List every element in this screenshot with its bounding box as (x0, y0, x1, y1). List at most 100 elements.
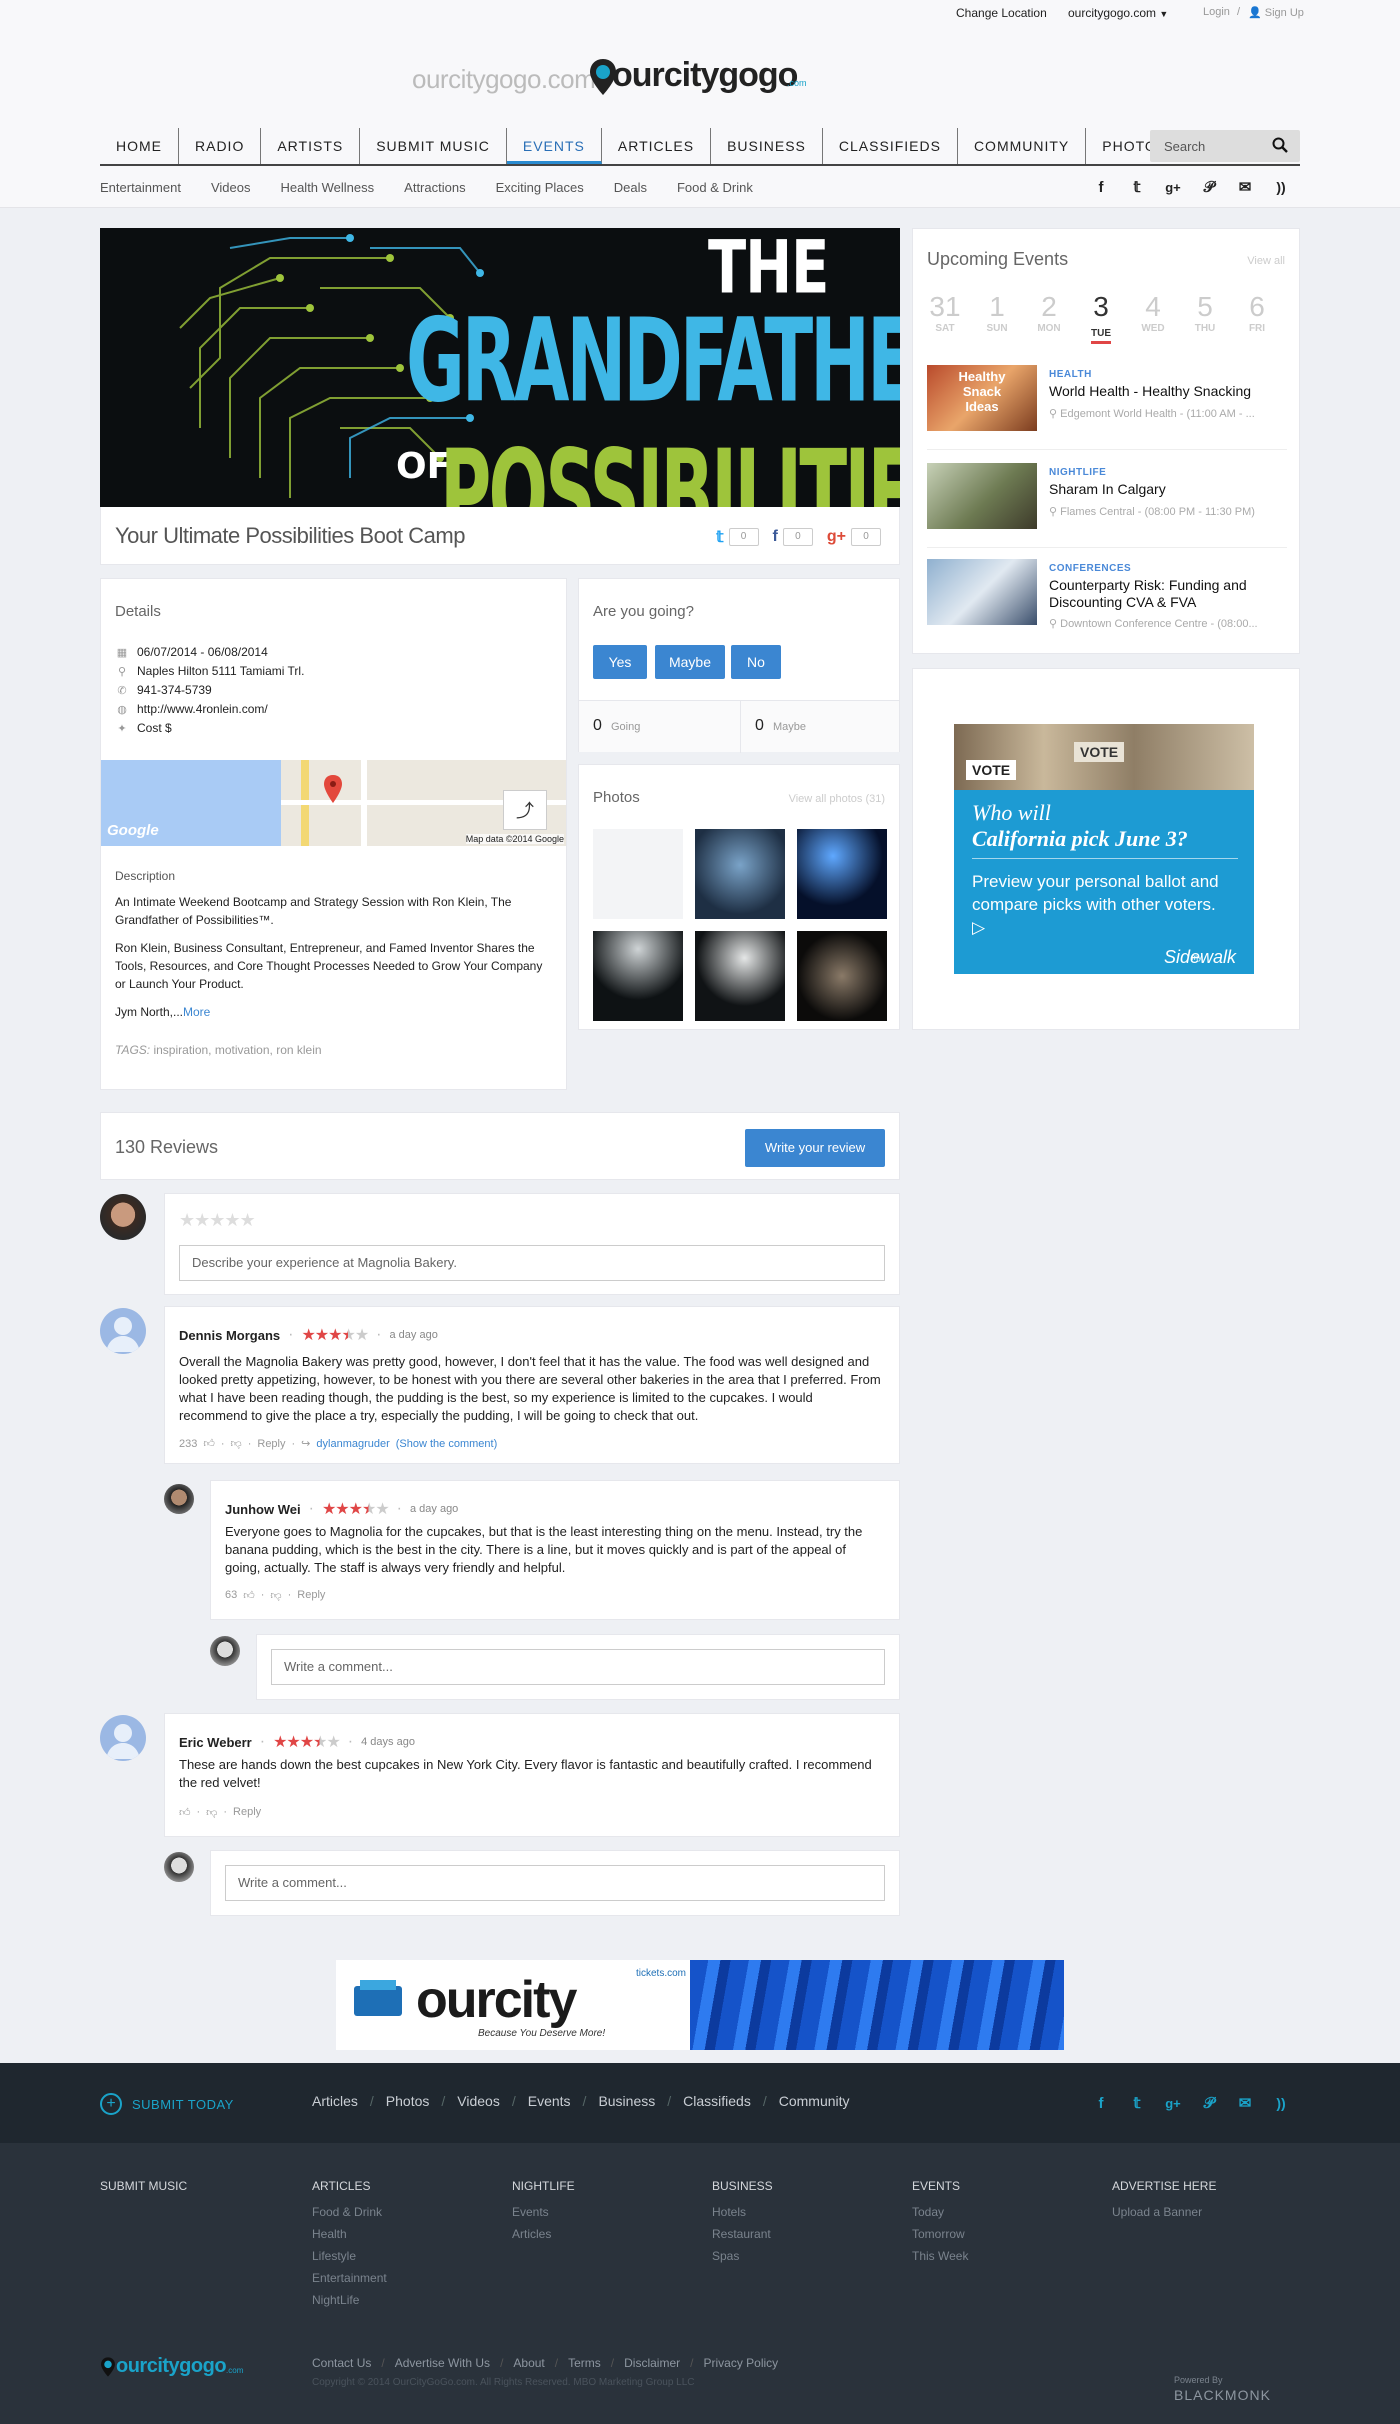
photo-thumb[interactable] (593, 829, 683, 919)
facebook-share[interactable]: f0 (773, 527, 813, 547)
ballot-ad[interactable]: VOTE VOTE Who will California pick June … (954, 724, 1254, 974)
no-button[interactable]: No (731, 645, 781, 679)
rss-icon[interactable]: )) (1270, 2092, 1292, 2114)
maybe-button[interactable]: Maybe (655, 645, 725, 679)
nav-radio[interactable]: RADIO (179, 128, 262, 164)
footer-link[interactable]: Articles (512, 2227, 575, 2241)
location-select[interactable]: ourcitygogo.com ▼ (1068, 6, 1168, 20)
twitter-icon[interactable]: 𝕥 (1126, 2092, 1148, 2114)
reviewer-name[interactable]: Dennis Morgans (179, 1328, 280, 1343)
facebook-icon[interactable]: f (1090, 176, 1112, 198)
subnav-food-drink[interactable]: Food & Drink (677, 180, 753, 195)
footer-link[interactable]: Hotels (712, 2205, 773, 2219)
event-website[interactable]: http://www.4ronlein.com/ (137, 702, 268, 716)
subnav-videos[interactable]: Videos (211, 180, 251, 195)
event-item[interactable]: Healthy Snack Ideas HEALTH World Health - … (927, 365, 1287, 450)
footer-column-heading[interactable]: SUBMIT MUSIC (100, 2179, 187, 2193)
reviewer-name[interactable]: Junhow Wei (225, 1502, 301, 1517)
thumbs-down-icon[interactable]: 👎︎ (270, 1589, 281, 1602)
footer-link-privacy-policy[interactable]: Privacy Policy (703, 2356, 778, 2370)
nav-community[interactable]: COMMUNITY (958, 128, 1087, 164)
footer-logo[interactable]: ourcitygogo .com (100, 2355, 243, 2378)
reply-link[interactable]: Reply (257, 1438, 285, 1450)
view-all-photos-link[interactable]: View all photos (31) (789, 793, 885, 805)
footer-link[interactable]: Health (312, 2227, 387, 2241)
footer-link-about[interactable]: About (513, 2356, 544, 2370)
footer-nav-business[interactable]: Business (598, 2093, 655, 2109)
footer-nav-classifieds[interactable]: Classifieds (683, 2093, 751, 2109)
nav-home[interactable]: HOME (100, 128, 179, 164)
mail-icon[interactable]: ✉ (1234, 176, 1256, 198)
footer-nav-photos[interactable]: Photos (386, 2093, 430, 2109)
pinterest-icon[interactable]: 𝒫 (1198, 176, 1220, 198)
subnav-exciting-places[interactable]: Exciting Places (496, 180, 584, 195)
day-wed[interactable]: 4 WED (1133, 291, 1173, 334)
replied-by-link[interactable]: dylanmagruder (316, 1438, 389, 1450)
review-textarea[interactable]: Describe your experience at Magnolia Bak… (179, 1245, 885, 1281)
event-title[interactable]: Sharam In Calgary (1049, 481, 1287, 498)
nav-submit-music[interactable]: SUBMIT MUSIC (360, 128, 507, 164)
reply-link[interactable]: Reply (297, 1589, 325, 1602)
photo-thumb[interactable] (695, 931, 785, 1021)
nav-events[interactable]: EVENTS (506, 128, 602, 164)
event-category[interactable]: NIGHTLIFE (1049, 467, 1106, 478)
event-map[interactable]: ⤴ Google Map data ©2014 Google (101, 760, 566, 846)
day-mon[interactable]: 2 MON (1029, 291, 1069, 334)
day-tue[interactable]: 3 TUE (1081, 291, 1121, 344)
footer-link-contact-us[interactable]: Contact Us (312, 2356, 371, 2370)
footer-link[interactable]: This Week (912, 2249, 968, 2263)
footer-link[interactable]: Today (912, 2205, 968, 2219)
day-fri[interactable]: 6 FRI (1237, 291, 1277, 334)
footer-link[interactable]: NightLife (312, 2293, 387, 2307)
google-plus-icon[interactable]: g+ (1162, 176, 1184, 198)
nav-classifieds[interactable]: CLASSIFIEDS (823, 128, 958, 164)
twitter-icon[interactable]: 𝕥 (1126, 176, 1148, 198)
search-input[interactable]: Search (1150, 130, 1300, 162)
subnav-deals[interactable]: Deals (614, 180, 647, 195)
twitter-share[interactable]: 𝕥0 (716, 527, 759, 547)
subnav-attractions[interactable]: Attractions (404, 180, 465, 195)
login-link[interactable]: Login (1203, 6, 1230, 18)
thumbs-down-icon[interactable]: 👎︎ (206, 1806, 217, 1819)
rss-icon[interactable]: )) (1270, 176, 1292, 198)
thumbs-down-icon[interactable]: 👎︎ (231, 1437, 242, 1450)
nav-business[interactable]: BUSINESS (711, 128, 823, 164)
footer-link[interactable]: Events (512, 2205, 575, 2219)
more-link[interactable]: More (183, 1005, 210, 1019)
view-all-events-link[interactable]: View all (1247, 255, 1285, 267)
yes-button[interactable]: Yes (593, 645, 647, 679)
site-logo[interactable]: ourcitygogo.com ourcitygogo .com (412, 56, 812, 104)
subnav-entertainment[interactable]: Entertainment (100, 180, 181, 195)
photo-thumb[interactable] (593, 931, 683, 1021)
event-title[interactable]: World Health - Healthy Snacking (1049, 383, 1287, 400)
directions-icon[interactable]: ⤴ (503, 790, 547, 830)
day-sat[interactable]: 31 SAT (925, 291, 965, 334)
thumbs-up-icon[interactable]: 👍︎ (203, 1437, 215, 1450)
comment-input[interactable]: Write a comment... (225, 1865, 885, 1901)
powered-by-brand[interactable]: BLACKMONK (1174, 2387, 1271, 2403)
pinterest-icon[interactable]: 𝒫 (1198, 2092, 1220, 2114)
footer-link[interactable]: Food & Drink (312, 2205, 387, 2219)
footer-nav-events[interactable]: Events (528, 2093, 571, 2109)
gplus-share[interactable]: g+ 0 (827, 527, 881, 547)
signup-link[interactable]: 👤 Sign Up (1248, 6, 1304, 19)
comment-input[interactable]: Write a comment... (271, 1649, 885, 1685)
facebook-icon[interactable]: f (1090, 2092, 1112, 2114)
event-category[interactable]: HEALTH (1049, 369, 1092, 380)
submit-today-link[interactable]: + SUBMIT TODAY (100, 2093, 234, 2115)
rating-stars-input[interactable]: ★★★★★ (179, 1210, 256, 1231)
day-sun[interactable]: 1 SUN (977, 291, 1017, 334)
event-category[interactable]: CONFERENCES (1049, 563, 1131, 574)
event-item[interactable]: CONFERENCES Counterparty Risk: Funding an… (927, 559, 1287, 637)
change-location-link[interactable]: Change Location (956, 6, 1047, 20)
photo-thumb[interactable] (695, 829, 785, 919)
event-phone[interactable]: 941-374-5739 (137, 683, 212, 697)
event-title[interactable]: Counterparty Risk: Funding and Discounti… (1049, 577, 1287, 611)
thumbs-up-icon[interactable]: 👍︎ (243, 1589, 255, 1602)
reviewer-name[interactable]: Eric Weberr (179, 1735, 252, 1750)
footer-link[interactable]: Spas (712, 2249, 773, 2263)
google-plus-icon[interactable]: g+ (1162, 2092, 1184, 2114)
footer-link-terms[interactable]: Terms (568, 2356, 601, 2370)
footer-link[interactable]: Restaurant (712, 2227, 773, 2241)
footer-link-advertise-with-us[interactable]: Advertise With Us (395, 2356, 490, 2370)
